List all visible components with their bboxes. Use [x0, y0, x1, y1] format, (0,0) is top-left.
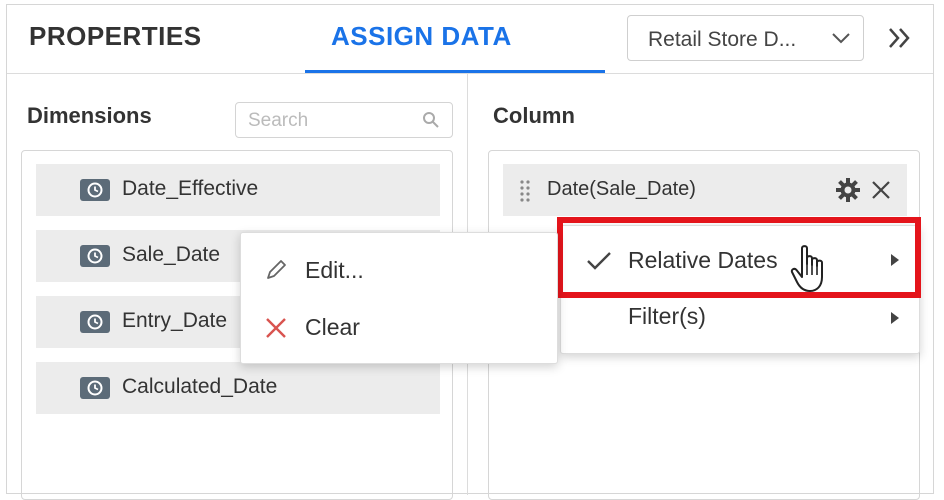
item-label: Sale_Date: [122, 243, 221, 266]
clock-icon: [80, 311, 110, 333]
menu-item-clear[interactable]: Clear: [241, 299, 557, 355]
menu-item-label: Clear: [305, 314, 360, 340]
menu-item-label: Filter(s): [628, 303, 706, 329]
gear-icon[interactable]: [835, 177, 861, 203]
clock-icon: [80, 377, 110, 399]
search-placeholder: Search: [248, 110, 309, 131]
item-label: Date_Effective: [122, 177, 259, 200]
menu-item-filters[interactable]: Filter(s): [561, 290, 919, 346]
list-item-calculated-date[interactable]: Calculated_Date: [36, 362, 440, 414]
item-label: Calculated_Date: [122, 375, 278, 398]
highlight-box: [557, 217, 921, 298]
column-item-label: Date(Sale_Date): [547, 178, 696, 200]
pencil-icon: [267, 260, 286, 279]
double-chevron-right-icon[interactable]: [885, 25, 915, 51]
dimensions-search-input[interactable]: Search: [235, 102, 453, 138]
datasource-selected: Retail Store D...: [648, 28, 797, 51]
active-tab-indicator: [305, 70, 605, 73]
dimensions-title: Dimensions: [27, 103, 152, 128]
clock-icon: [80, 245, 110, 267]
submenu-arrow-icon: [891, 312, 899, 324]
drag-handle-icon[interactable]: [519, 178, 531, 202]
item-label: Entry_Date: [122, 309, 228, 332]
chevron-down-icon: [832, 33, 850, 44]
search-icon: [423, 112, 439, 128]
column-item-sale-date[interactable]: Date(Sale_Date): [503, 164, 907, 216]
tab-properties[interactable]: PROPERTIES: [29, 21, 202, 52]
panel-header: PROPERTIES ASSIGN DATA Retail Store D...: [7, 5, 933, 74]
clock-icon: [80, 179, 110, 201]
tab-assign-data[interactable]: ASSIGN DATA: [331, 21, 512, 52]
hand-cursor-icon: [790, 245, 823, 292]
x-icon: [266, 318, 286, 338]
close-icon[interactable]: [869, 178, 893, 202]
datasource-dropdown[interactable]: Retail Store D...: [627, 15, 864, 61]
list-item-date-effective[interactable]: Date_Effective: [36, 164, 440, 216]
menu-item-label: Edit...: [305, 257, 364, 283]
dimension-context-menu: Edit... Clear: [240, 232, 558, 364]
column-title: Column: [493, 103, 575, 128]
menu-item-edit[interactable]: Edit...: [241, 241, 557, 297]
